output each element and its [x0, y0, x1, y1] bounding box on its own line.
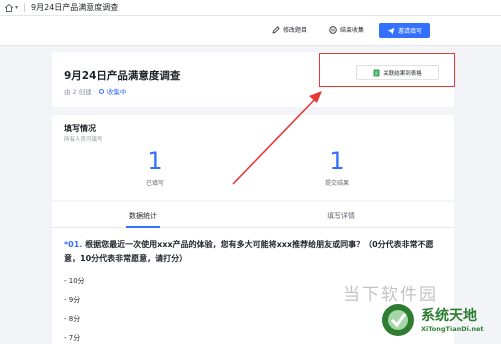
home-icon [4, 3, 14, 12]
end-collection-button[interactable]: 结束收集 [329, 25, 364, 34]
survey-title: 9月24日产品满意度调查 [64, 70, 181, 82]
stats-subtitle: 所有人员可填写 [64, 137, 103, 143]
divider [24, 3, 26, 12]
results-tabs: 数据统计 填写详情 [52, 202, 454, 228]
tab-fill-details[interactable]: 填写详情 [327, 211, 355, 221]
tab-data-statistics[interactable]: 数据统计 [129, 211, 157, 221]
invite-fill-button[interactable]: 邀请填写 [379, 23, 431, 38]
send-icon [387, 27, 395, 34]
fill-stats-card: 填写情况 所有人员可填写 1 已填写 1 提交结果 [52, 115, 454, 200]
question-number: *01. [64, 240, 83, 249]
submitted-count: 1 [329, 147, 345, 175]
highlight-box [319, 53, 455, 87]
title-bar: ▾ 9月24日产品满意度调查 [0, 0, 501, 16]
submitted-label: 提交结果 [324, 180, 349, 187]
submitted-stat: 1 提交结果 [297, 148, 377, 187]
watermark-brand: 系统天地 [421, 308, 477, 324]
status-badge: 收集中 [106, 88, 127, 96]
survey-meta: 由 2 创建 · 收集中 [64, 86, 126, 96]
filled-stat: 1 已填写 [115, 148, 195, 187]
watermark-logo-icon [382, 304, 414, 336]
filled-count: 1 [147, 147, 163, 175]
question-text: 根据您最近一次使用xxx产品的体验，您有多大可能将xxx推荐给朋友或同事？（0分… [64, 240, 434, 263]
active-tab-indicator [126, 226, 160, 228]
option-item: - 9分 [64, 296, 81, 304]
document-title: 9月24日产品满意度调查 [31, 3, 119, 12]
creator-text: 由 2 创建 · [64, 88, 96, 96]
stats-title: 填写情况 [64, 124, 96, 133]
pencil-icon [272, 25, 280, 34]
watermark-url: XiTongTianDi.net [421, 325, 484, 333]
filled-label: 已填写 [145, 180, 164, 187]
question-1: *01. 根据您最近一次使用xxx产品的体验，您有多大可能将xxx推荐给朋友或同… [64, 238, 444, 266]
home-menu[interactable]: ▾ [4, 3, 18, 13]
toolbar: 修改题目 结束收集 邀请填写 [0, 16, 501, 46]
edit-questions-button[interactable]: 修改题目 [272, 25, 307, 34]
status-icon [98, 88, 104, 94]
chevron-down-icon: ▾ [15, 4, 19, 11]
stop-circle-icon [329, 25, 337, 34]
option-item: - 10分 [64, 277, 85, 285]
option-item: - 7分 [64, 334, 81, 342]
option-item: - 8分 [64, 315, 81, 323]
